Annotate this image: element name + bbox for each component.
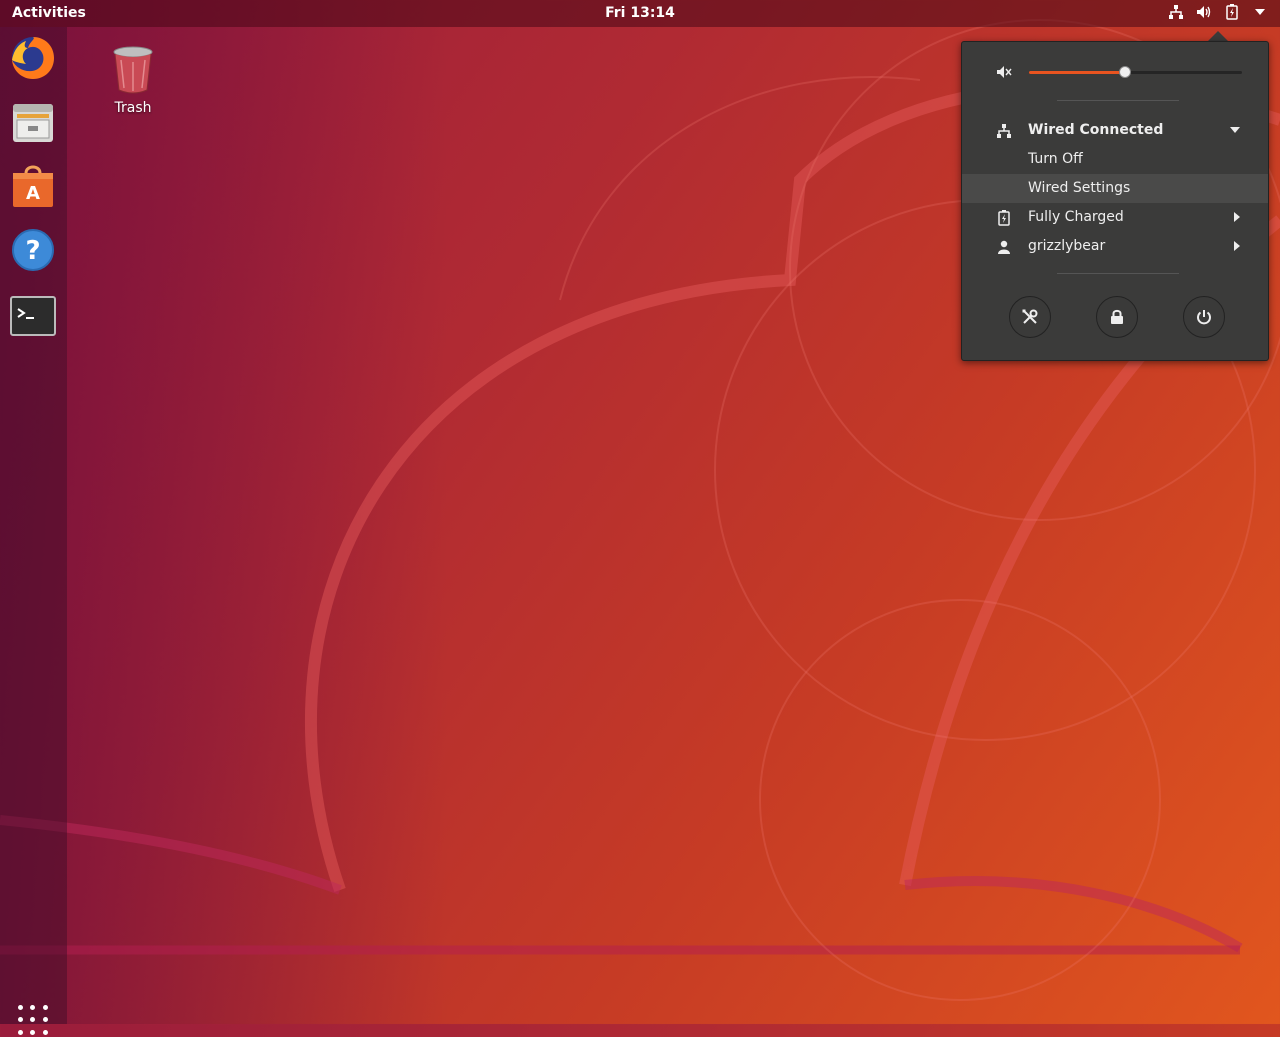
user-name-label: grizzlybear — [1028, 238, 1106, 254]
files-icon[interactable] — [10, 99, 56, 145]
help-icon[interactable]: ? — [10, 227, 56, 273]
separator — [1057, 100, 1179, 101]
volume-slider-fill — [1029, 71, 1125, 74]
power-icon — [1197, 310, 1211, 325]
volume-slider-handle[interactable] — [1118, 66, 1131, 78]
battery-icon[interactable] — [1224, 4, 1240, 20]
battery-menu-item[interactable]: Fully Charged — [962, 203, 1268, 232]
svg-text:?: ? — [25, 236, 40, 266]
chevron-down-icon[interactable] — [1252, 4, 1268, 20]
svg-text:A: A — [26, 183, 40, 204]
trash-desktop-icon[interactable]: Trash — [100, 44, 166, 116]
clock[interactable]: Fri 13:14 — [0, 5, 1280, 21]
network-menu-header[interactable]: Wired Connected — [962, 116, 1268, 145]
chevron-right-icon — [1234, 232, 1240, 261]
user-icon — [996, 239, 1012, 255]
lock-icon — [1111, 309, 1123, 324]
system-tray[interactable] — [1168, 4, 1268, 20]
lock-button[interactable] — [1096, 296, 1138, 338]
user-menu-item[interactable]: grizzlybear — [962, 232, 1268, 261]
trash-icon — [113, 46, 153, 94]
volume-row — [962, 60, 1268, 84]
chevron-down-icon — [1230, 116, 1240, 145]
software-icon[interactable]: A — [10, 163, 56, 209]
wired-settings-item[interactable]: Wired Settings — [962, 174, 1268, 203]
battery-icon — [996, 210, 1012, 226]
volume-slider[interactable] — [1029, 66, 1242, 78]
volume-icon[interactable] — [1196, 4, 1212, 20]
turn-off-item[interactable]: Turn Off — [962, 145, 1268, 174]
terminal-icon[interactable] — [10, 293, 56, 339]
firefox-icon[interactable] — [10, 35, 56, 81]
volume-muted-icon[interactable] — [996, 64, 1012, 84]
settings-tools-icon — [1022, 309, 1038, 324]
chevron-right-icon — [1234, 203, 1240, 232]
network-icon — [996, 123, 1012, 139]
settings-button[interactable] — [1009, 296, 1051, 338]
network-status-label: Wired Connected — [1028, 122, 1164, 138]
show-applications-icon[interactable] — [16, 1003, 50, 1037]
network-icon[interactable] — [1168, 4, 1184, 20]
top-bar: Activities Fri 13:14 — [0, 0, 1280, 27]
trash-label: Trash — [114, 100, 152, 116]
system-menu: Wired Connected Turn Off Wired Settings … — [961, 41, 1269, 361]
dock: A ? — [0, 27, 67, 1036]
power-button[interactable] — [1183, 296, 1225, 338]
battery-status-label: Fully Charged — [1028, 209, 1124, 225]
separator — [1057, 273, 1179, 274]
